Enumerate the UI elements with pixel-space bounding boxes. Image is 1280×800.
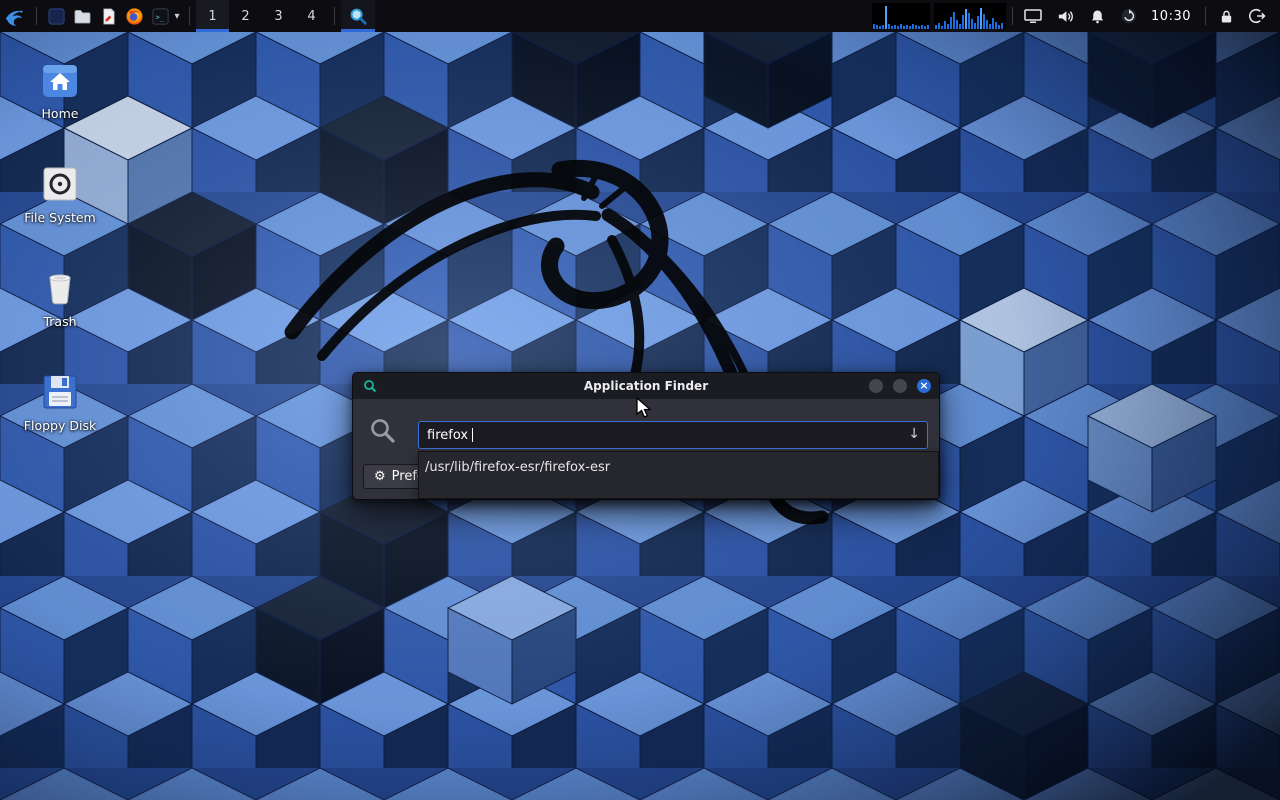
system-tray	[1023, 6, 1139, 26]
application-finder-window: Application Finder × ↓ ⚙ Preferences /us…	[352, 372, 940, 500]
cpu-graph[interactable]	[872, 3, 930, 29]
panel-separator	[1205, 7, 1206, 25]
desktop-icon-label: File System	[24, 210, 96, 225]
dropdown-arrow-icon[interactable]: ↓	[908, 426, 920, 442]
minimize-button[interactable]	[869, 379, 883, 393]
folder-icon	[73, 7, 92, 26]
file-manager-button[interactable]	[69, 0, 95, 32]
magnifier-icon	[348, 6, 368, 26]
workspace-1[interactable]: 1	[196, 0, 229, 32]
gear-icon: ⚙	[374, 469, 386, 484]
kali-logo-icon	[3, 4, 27, 28]
firefox-launcher-button[interactable]	[121, 0, 147, 32]
search-input[interactable]	[419, 422, 927, 448]
network-graph[interactable]	[934, 3, 1006, 29]
document-icon	[99, 7, 118, 26]
desktop: >_ ▾ 1 2 3 4	[0, 0, 1280, 800]
maximize-button[interactable]	[893, 379, 907, 393]
text-editor-button[interactable]	[95, 0, 121, 32]
file-system-icon	[38, 162, 82, 206]
updates-icon[interactable]	[1119, 6, 1139, 26]
app-window-icon	[47, 7, 66, 26]
session-controls	[1216, 6, 1268, 26]
trash-icon	[38, 266, 82, 310]
launcher-bar: >_ ▾	[43, 0, 183, 32]
floppy-disk-icon	[38, 370, 82, 414]
completion-item[interactable]: /usr/lib/firefox-esr/firefox-esr	[419, 452, 938, 475]
firefox-icon	[125, 7, 144, 26]
completion-popup: /usr/lib/firefox-esr/firefox-esr	[418, 451, 939, 499]
volume-icon[interactable]	[1055, 6, 1075, 26]
application-finder-icon	[363, 379, 377, 393]
desktop-icon-trash[interactable]: Trash	[16, 266, 104, 332]
taskbar-application-finder[interactable]	[341, 0, 375, 32]
top-panel: >_ ▾ 1 2 3 4	[0, 0, 1280, 32]
window-title: Application Finder	[353, 379, 939, 393]
panel-separator	[334, 7, 335, 25]
panel-separator	[1012, 7, 1013, 25]
display-icon[interactable]	[1023, 6, 1043, 26]
logout-icon[interactable]	[1248, 6, 1268, 26]
desktop-icon-label: Floppy Disk	[24, 418, 96, 433]
chevron-down-icon[interactable]: ▾	[171, 11, 183, 22]
terminal-icon: >_	[151, 7, 170, 26]
home-icon	[38, 58, 82, 102]
workspace-4[interactable]: 4	[295, 0, 328, 32]
search-entry[interactable]: ↓	[418, 421, 928, 449]
svg-text:>_: >_	[155, 13, 163, 21]
search-icon	[369, 417, 397, 445]
text-caret	[472, 428, 473, 442]
notifications-bell-icon[interactable]	[1087, 6, 1107, 26]
clock[interactable]: 10:30	[1151, 9, 1191, 24]
panel-separator	[189, 7, 190, 25]
close-button[interactable]: ×	[917, 379, 931, 393]
workspace-3[interactable]: 3	[262, 0, 295, 32]
terminal-launcher-button[interactable]: >_	[147, 0, 173, 32]
desktop-icon-file-system[interactable]: File System	[16, 162, 104, 228]
desktop-icon-label: Home	[42, 106, 79, 121]
lock-icon[interactable]	[1216, 6, 1236, 26]
desktop-icon-label: Trash	[43, 314, 76, 329]
desktop-icon-floppy-disk[interactable]: Floppy Disk	[16, 370, 104, 436]
desktop-icon-list: Home File System Trash	[16, 58, 104, 474]
panel-separator	[36, 7, 37, 25]
launcher-app-button[interactable]	[43, 0, 69, 32]
workspace-2[interactable]: 2	[229, 0, 262, 32]
titlebar[interactable]: Application Finder ×	[353, 373, 939, 399]
applications-menu-button[interactable]	[0, 0, 30, 32]
workspace-switcher: 1 2 3 4	[196, 0, 328, 32]
desktop-icon-home[interactable]: Home	[16, 58, 104, 124]
